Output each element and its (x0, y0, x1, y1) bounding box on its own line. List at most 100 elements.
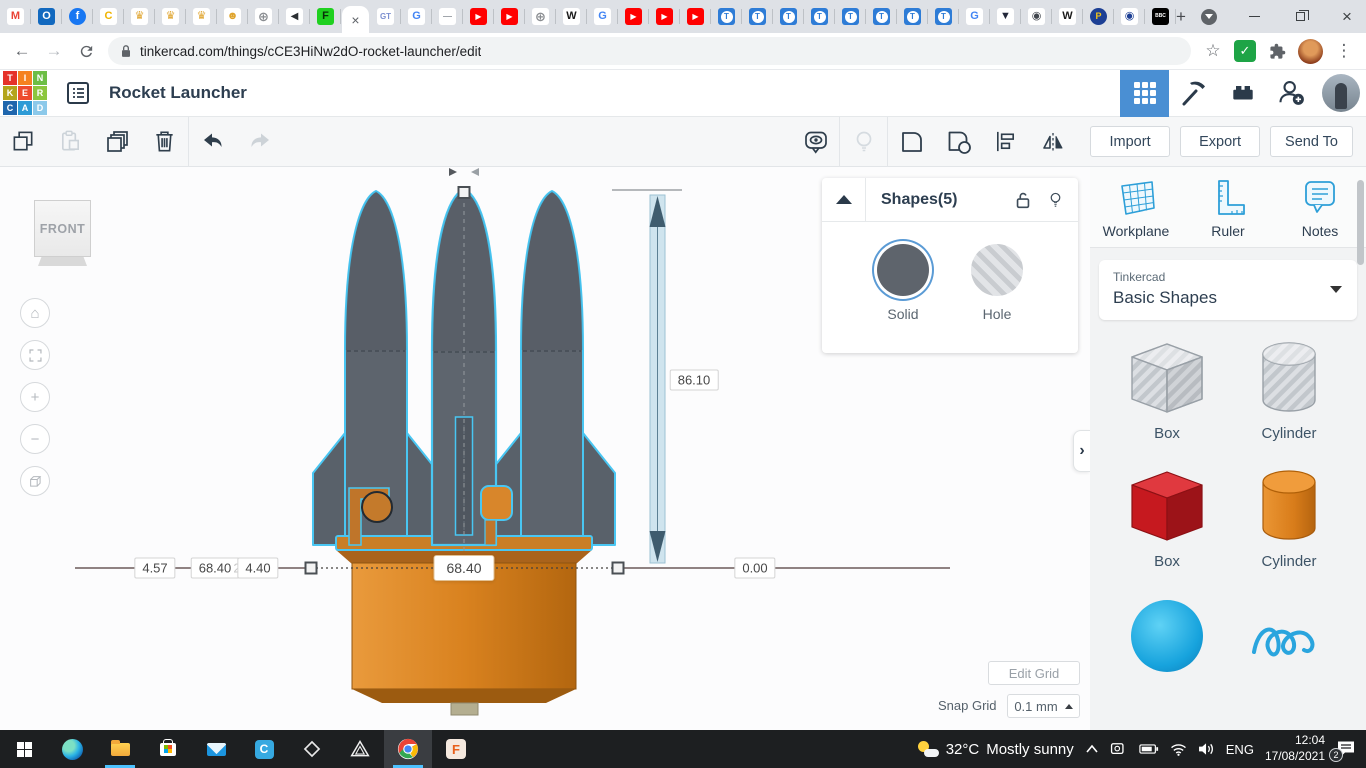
sidebar-scrollbar[interactable] (1357, 180, 1364, 265)
pinned-tab-google[interactable]: G (587, 0, 618, 33)
3d-viewport[interactable]: 4.57 68.40 2 4.40 68.40 0.00 86.10 FRONT… (0, 167, 1090, 730)
pinned-tab-p21[interactable]: P (1083, 0, 1114, 33)
collapse-sidebar-button[interactable]: › (1073, 430, 1090, 472)
delete-button[interactable] (141, 117, 188, 167)
pinned-tab-tinkercad[interactable]: T (711, 0, 742, 33)
view-cube[interactable]: FRONT (34, 200, 91, 257)
home-view-button[interactable]: ⌂ (20, 298, 50, 328)
shape-box-solid[interactable]: Box (1106, 466, 1228, 570)
zoom-in-button[interactable]: + (20, 382, 50, 412)
unlock-icon[interactable] (1013, 190, 1033, 210)
shape-library-select[interactable]: Tinkercad Basic Shapes (1099, 260, 1357, 320)
pinned-tab-tinkercad[interactable]: T (897, 0, 928, 33)
active-tab[interactable]: × (342, 6, 369, 33)
weather-widget[interactable]: 32°C Mostly sunny (917, 741, 1074, 758)
dim-width-b-label[interactable]: 4.40 (237, 558, 278, 579)
duplicate-button[interactable] (94, 117, 141, 167)
zoom-out-button[interactable]: − (20, 424, 50, 454)
taskbar-store[interactable] (144, 730, 192, 768)
pinned-tab-globe[interactable]: ⊕ (248, 0, 279, 33)
pinned-tab-globe[interactable]: ⊕ (525, 0, 556, 33)
visibility-bulb-icon[interactable] (1047, 190, 1064, 210)
pinned-tab-coolmath[interactable]: C (93, 0, 124, 33)
pinned-tab-tinkercad[interactable]: T (804, 0, 835, 33)
extensions-puzzle-icon[interactable] (1261, 35, 1293, 67)
snap-grid-select[interactable]: 0.1 mm (1007, 694, 1080, 718)
taskbar-mail[interactable] (192, 730, 240, 768)
taskbar-file-explorer[interactable] (96, 730, 144, 768)
pinned-tab-youtube[interactable]: ▶ (618, 0, 649, 33)
export-button[interactable]: Export (1180, 126, 1260, 157)
ungroup-button[interactable] (935, 117, 982, 167)
pinned-tab-facebook[interactable]: f (62, 0, 93, 33)
taskbar-diamond-app[interactable] (288, 730, 336, 768)
workplane-tool[interactable]: Workplane (1090, 177, 1182, 239)
maximize-button[interactable] (1278, 0, 1324, 33)
address-bar[interactable]: tinkercad.com/things/cCE3HiNw2dO-rocket-… (108, 37, 1191, 65)
pinned-tab-drive-dash[interactable]: — (432, 0, 463, 33)
solid-option[interactable]: Solid (877, 244, 929, 322)
action-center-button[interactable]: 2 (1336, 740, 1356, 758)
pinned-tab-bbc[interactable]: BBC (1145, 0, 1176, 33)
align-button[interactable] (982, 117, 1029, 167)
dim-selected-width-label[interactable]: 68.40 (433, 555, 494, 581)
pinned-tab-outlook[interactable]: O (31, 0, 62, 33)
clock[interactable]: 12:04 17/08/2021 (1265, 733, 1325, 764)
tab-search-button[interactable] (1186, 0, 1232, 33)
mirror-button[interactable] (1029, 117, 1076, 167)
shape-cylinder-solid[interactable]: Cylinder (1228, 466, 1350, 570)
import-button[interactable]: Import (1090, 126, 1170, 157)
hole-option[interactable]: Hole (971, 244, 1023, 322)
shape-scribble[interactable] (1228, 594, 1350, 698)
pinned-tab-v-logo[interactable]: ▼ (990, 0, 1021, 33)
send-to-button[interactable]: Send To (1270, 126, 1353, 157)
pinned-tab-youtube[interactable]: ▶ (680, 0, 711, 33)
wifi-icon[interactable] (1170, 743, 1187, 756)
pinned-tab-tinkercad[interactable]: T (835, 0, 866, 33)
pinned-tab-tinkercad[interactable]: T (866, 0, 897, 33)
volume-icon[interactable] (1198, 742, 1215, 756)
user-avatar[interactable] (1322, 74, 1360, 112)
taskbar-edge[interactable] (48, 730, 96, 768)
brick-export-button[interactable] (1218, 70, 1267, 117)
shape-sphere[interactable] (1106, 594, 1228, 698)
forward-button[interactable]: → (38, 35, 70, 67)
pinned-tab-tinkercad[interactable]: T (773, 0, 804, 33)
minecraft-export-button[interactable] (1169, 70, 1218, 117)
show-all-button[interactable] (792, 117, 839, 167)
group-button[interactable] (888, 117, 935, 167)
bookmark-star-icon[interactable]: ☆ (1197, 35, 1229, 67)
edit-grid-button[interactable]: Edit Grid (988, 661, 1080, 685)
taskbar-chrome[interactable] (384, 730, 432, 768)
browser-profile-avatar[interactable] (1298, 39, 1323, 64)
pinned-tab-wikipedia[interactable]: W (1052, 0, 1083, 33)
start-button[interactable] (0, 730, 48, 768)
back-button[interactable]: ← (6, 35, 38, 67)
pinned-tab-youtube[interactable]: ▶ (463, 0, 494, 33)
tray-expand-icon[interactable] (1085, 744, 1099, 754)
perspective-button[interactable] (20, 466, 50, 496)
undo-button[interactable] (189, 117, 236, 167)
pinned-tab-prodigy[interactable]: ♛ (155, 0, 186, 33)
light-toggle-button[interactable] (840, 117, 887, 167)
pinned-tab-prodigy-hat[interactable]: ☻ (217, 0, 248, 33)
ruler-tool[interactable]: Ruler (1182, 177, 1274, 239)
dim-left-label[interactable]: 4.57 (134, 558, 175, 579)
meet-now-icon[interactable] (1110, 742, 1128, 756)
minimize-button[interactable] (1232, 0, 1278, 33)
dashboard-grid-button[interactable] (1120, 70, 1169, 117)
pinned-tab-tinkercad[interactable]: T (928, 0, 959, 33)
pinned-tab-speaker[interactable]: ◀ (279, 0, 310, 33)
pinned-tab-spiral[interactable]: ◉ (1021, 0, 1052, 33)
pinned-tab-wikipedia[interactable]: W (556, 0, 587, 33)
pinned-tab-funbrain[interactable]: F (310, 0, 341, 33)
dim-zero-label[interactable]: 0.00 (734, 558, 775, 579)
paste-button[interactable] (47, 117, 94, 167)
pinned-tab-google[interactable]: G (959, 0, 990, 33)
design-menu-button[interactable] (61, 76, 95, 110)
pinned-tab-youtube[interactable]: ▶ (649, 0, 680, 33)
dim-width-a-label[interactable]: 68.40 (191, 558, 240, 579)
redo-button[interactable] (236, 117, 283, 167)
copy-button[interactable] (0, 117, 47, 167)
taskbar-fusion360[interactable]: F (432, 730, 480, 768)
